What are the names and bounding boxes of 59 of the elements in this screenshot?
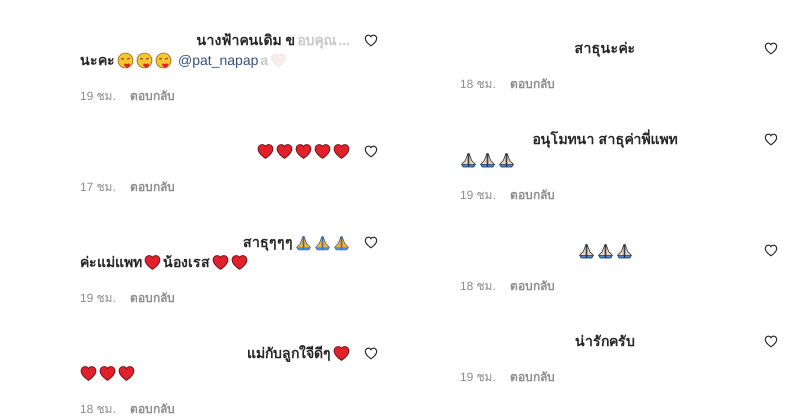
heart-emoji-icon (99, 364, 116, 382)
reply-link[interactable]: ตอบกลับ (130, 177, 176, 196)
praying-hands-icon (596, 242, 614, 258)
like-button[interactable] (764, 335, 778, 348)
comment-time: 19 ชม. (460, 369, 496, 386)
like-button[interactable] (764, 133, 778, 146)
reply-link[interactable]: ตอบกลับ (510, 74, 556, 93)
heart-emoji-icon (118, 364, 135, 382)
praying-hands-icon (460, 150, 477, 168)
reply-link[interactable]: ตอบกลับ (130, 399, 176, 418)
heart-emoji-icon (257, 142, 274, 160)
mention-link[interactable]: @pat_napap (178, 52, 258, 68)
praying-hands-icon (578, 242, 594, 258)
comment-text: ... (338, 32, 350, 48)
like-button[interactable] (764, 244, 778, 257)
reply-link[interactable]: ตอบกลับ (510, 367, 556, 386)
kissing-face-icon (155, 52, 172, 68)
like-button[interactable] (364, 145, 378, 158)
praying-hands-icon (498, 150, 515, 168)
praying-hands-icon (616, 242, 632, 258)
praying-hands-icon (479, 150, 496, 168)
heart-emoji-icon (333, 344, 350, 362)
comment-time: 19 ชม. (80, 290, 116, 307)
praying-hands-icon (333, 234, 350, 250)
heart-emoji-icon (314, 142, 331, 160)
reply-link[interactable]: ตอบกลับ (130, 86, 176, 105)
heart-emoji-icon (231, 254, 248, 270)
heart-emoji-icon (144, 254, 161, 270)
comment-time: 17 ชม. (80, 179, 116, 196)
comment-text: นางฟ้าคนเดิม ข (196, 31, 296, 50)
heart-emoji-icon (276, 142, 293, 160)
comment-time: 19 ชม. (80, 88, 116, 105)
reply-link[interactable]: ตอบกลับ (130, 288, 176, 307)
comment-text: แม่กับลูกใจีดีๆ (247, 344, 331, 364)
kissing-face-icon (136, 52, 153, 68)
reply-link[interactable]: ตอบกลับ (510, 276, 556, 295)
kissing-face-icon (117, 52, 134, 68)
praying-hands-icon (314, 234, 331, 250)
comment-text: น้องเรส (163, 253, 210, 272)
heart-emoji-icon (80, 364, 97, 382)
comment-text: นะคะ (80, 51, 115, 70)
comment-text: อนุโมทนา สาธุค่าพี่แพท (532, 128, 678, 150)
comment-time: 18 ชม. (460, 76, 496, 93)
heart-emoji-icon (333, 142, 350, 160)
like-button[interactable] (364, 34, 378, 47)
comment-text: น่ารักครับ (575, 332, 635, 351)
like-button[interactable] (364, 236, 378, 249)
heart-emoji-icon (212, 254, 229, 270)
comment-time: 19 ชม. (460, 187, 496, 204)
like-button[interactable] (364, 347, 378, 360)
comment-text: สาธุนะค่ะ (574, 39, 636, 59)
praying-hands-icon (295, 234, 312, 250)
heart-emoji-icon (295, 142, 312, 160)
comment-time: 18 ชม. (80, 401, 116, 418)
reply-link[interactable]: ตอบกลับ (510, 185, 556, 204)
comment-text: สาธุๆๆๆ (243, 233, 293, 253)
like-button[interactable] (764, 42, 778, 55)
comment-text: ค่ะแม่แพท (80, 253, 142, 272)
comment-time: 18 ชม. (460, 278, 496, 295)
